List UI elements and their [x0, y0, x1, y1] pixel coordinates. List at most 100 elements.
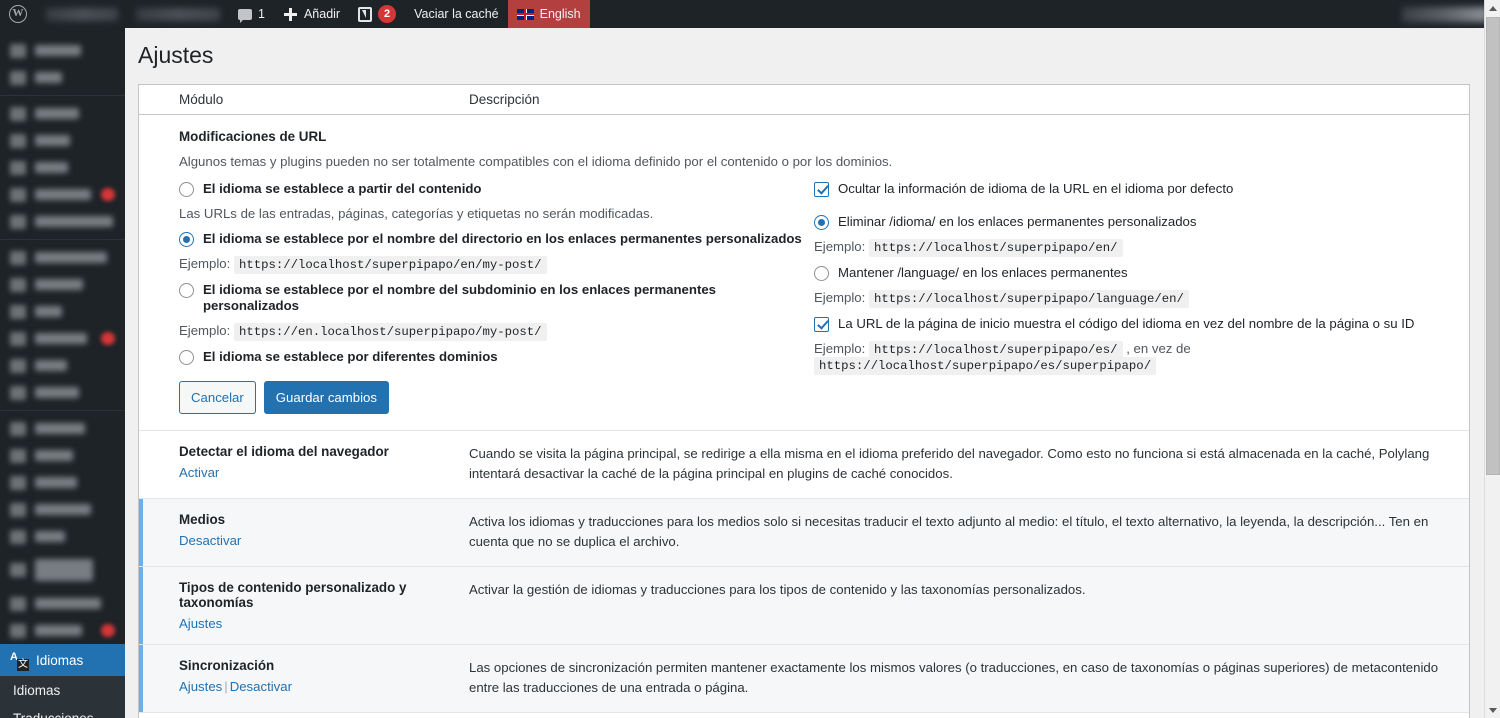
column-header-description: Descripción — [469, 92, 1469, 107]
checkbox-icon[interactable] — [814, 182, 829, 197]
module-title: Detectar el idioma del navegador — [179, 444, 459, 459]
option-label: La URL de la página de inicio muestra el… — [838, 316, 1414, 332]
scroll-down-arrow-icon[interactable] — [1485, 702, 1500, 718]
module-action-link[interactable]: Ajustes — [179, 679, 222, 694]
option-remove-language-slug[interactable]: Eliminar /idioma/ en los enlaces permane… — [814, 214, 1469, 230]
module-action-link[interactable]: Desactivar — [230, 679, 292, 694]
sidebar-item-blurred[interactable] — [0, 181, 125, 208]
module-action-link[interactable]: Activar — [179, 465, 219, 480]
plus-icon — [283, 7, 298, 22]
sidebar-item-blurred[interactable] — [0, 244, 125, 271]
column-header-module: Módulo — [139, 92, 469, 107]
blurred-label — [35, 216, 113, 227]
radio-icon[interactable] — [179, 232, 194, 247]
vertical-scrollbar[interactable] — [1484, 0, 1500, 718]
module-title: Medios — [179, 512, 459, 527]
comments-button[interactable]: 1 — [229, 0, 274, 28]
save-button[interactable]: Guardar cambios — [264, 381, 389, 414]
option-language-by-domains[interactable]: El idioma se establece por diferentes do… — [179, 349, 814, 365]
sidebar-item-blurred[interactable] — [0, 550, 125, 590]
radio-icon[interactable] — [814, 266, 829, 281]
blurred-label — [35, 306, 62, 317]
module-description: Activa los idiomas y traducciones para l… — [469, 499, 1469, 566]
example-label: Ejemplo: — [814, 290, 865, 305]
module-actions: Activar — [179, 465, 459, 480]
example-url-alt: https://localhost/superpipapo/es/superpi… — [814, 357, 1156, 375]
scroll-up-arrow-icon[interactable] — [1485, 0, 1500, 16]
menu-icon — [10, 563, 26, 577]
blurred-label — [35, 279, 83, 290]
scrollbar-thumb[interactable] — [1486, 17, 1500, 475]
option-label: Eliminar /idioma/ en los enlaces permane… — [838, 214, 1196, 230]
sidebar-item-blurred[interactable] — [0, 379, 125, 406]
sidebar-item-blurred[interactable] — [0, 325, 125, 352]
updates-blurred[interactable] — [127, 0, 229, 28]
sidebar-item-blurred[interactable] — [0, 469, 125, 496]
update-badge — [101, 624, 115, 637]
sidebar-item-blurred[interactable] — [0, 523, 125, 550]
option-language-by-directory[interactable]: El idioma se establece por el nombre del… — [179, 231, 814, 247]
blurred-label — [35, 360, 67, 371]
blurred-label — [35, 252, 107, 263]
sidebar-item-blurred[interactable] — [0, 154, 125, 181]
menu-icon — [10, 305, 26, 319]
blurred-label — [35, 72, 62, 83]
sidebar-subitem-label: Traducciones — [13, 711, 94, 718]
sidebar-item-blurred[interactable] — [0, 64, 125, 91]
radio-icon[interactable] — [814, 215, 829, 230]
sidebar-item-blurred[interactable] — [0, 127, 125, 154]
option-front-page-language-code[interactable]: La URL de la página de inicio muestra el… — [814, 316, 1469, 332]
sidebar-item-blurred[interactable] — [0, 208, 125, 235]
module-actions: Ajustes|Desactivar — [179, 679, 459, 694]
option-language-by-subdomain[interactable]: El idioma se establece por el nombre del… — [179, 282, 814, 314]
option-example: Ejemplo: https://localhost/superpipapo/e… — [814, 239, 1469, 255]
menu-icon — [10, 624, 26, 638]
sidebar-subitem-label: Idiomas — [13, 683, 60, 698]
user-account-blurred[interactable] — [1402, 7, 1488, 22]
blurred-label — [35, 423, 85, 434]
sidebar-item-idiomas[interactable]: Idiomas — [0, 644, 125, 676]
module-cell: Compartir slugs Desactivado — [139, 713, 469, 718]
new-content-button[interactable]: Añadir — [274, 0, 349, 28]
menu-icon — [10, 530, 26, 544]
sidebar-subitem-traducciones[interactable]: Traducciones — [0, 704, 125, 718]
module-action-link[interactable]: Ajustes — [179, 616, 222, 631]
sidebar-item-blurred[interactable] — [0, 617, 125, 644]
yoast-seo-button[interactable]: 2 — [349, 0, 405, 28]
sidebar-item-blurred[interactable] — [0, 590, 125, 617]
radio-icon[interactable] — [179, 283, 194, 298]
wordpress-logo-button[interactable] — [0, 0, 37, 28]
option-language-from-content[interactable]: El idioma se establece a partir del cont… — [179, 181, 814, 197]
blurred-label — [35, 559, 93, 581]
checkbox-icon[interactable] — [814, 317, 829, 332]
wordpress-logo-icon — [9, 5, 27, 23]
sidebar-item-blurred[interactable] — [0, 100, 125, 127]
module-action-link[interactable]: Desactivar — [179, 533, 241, 548]
language-switcher-button[interactable]: English — [508, 0, 590, 28]
sidebar-subitem-idiomas[interactable]: Idiomas — [0, 676, 125, 704]
sidebar-item-blurred[interactable] — [0, 271, 125, 298]
radio-icon[interactable] — [179, 350, 194, 365]
update-badge — [101, 332, 115, 345]
sidebar-item-blurred[interactable] — [0, 496, 125, 523]
main-content: Ajustes Módulo Descripción Modificacione… — [125, 28, 1500, 718]
menu-icon — [10, 332, 26, 346]
sidebar-item-blurred[interactable] — [0, 415, 125, 442]
option-keep-language-slug[interactable]: Mantener /language/ en los enlaces perma… — [814, 265, 1469, 281]
menu-icon — [10, 422, 26, 436]
cancel-button[interactable]: Cancelar — [179, 381, 256, 414]
radio-icon[interactable] — [179, 182, 194, 197]
option-example: Ejemplo: https://localhost/superpipapo/l… — [814, 290, 1469, 306]
sidebar-item-blurred[interactable] — [0, 298, 125, 325]
option-hide-default-language[interactable]: Ocultar la información de idioma de la U… — [814, 181, 1469, 197]
table-row: Sincronización Ajustes|Desactivar Las op… — [139, 645, 1469, 713]
module-actions: Ajustes — [179, 616, 459, 631]
update-badge — [101, 188, 115, 201]
clear-cache-button[interactable]: Vaciar la caché — [405, 0, 508, 28]
example-url: https://localhost/superpipapo/language/e… — [869, 290, 1189, 308]
site-name-blurred[interactable] — [37, 0, 127, 28]
sidebar-item-blurred[interactable] — [0, 442, 125, 469]
sidebar-item-blurred[interactable] — [0, 352, 125, 379]
example-url: https://en.localhost/superpipapo/my-post… — [234, 323, 547, 341]
sidebar-item-blurred[interactable] — [0, 37, 125, 64]
